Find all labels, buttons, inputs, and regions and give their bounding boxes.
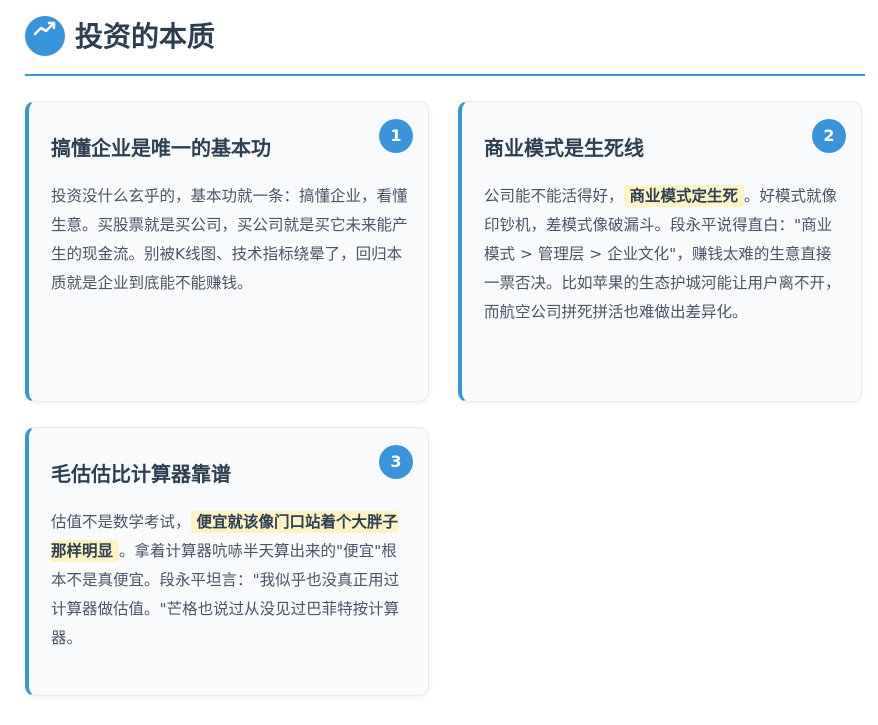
card-number-badge: 1 (379, 119, 413, 153)
card-body-text-before: 估值不是数学考试， (51, 513, 191, 531)
card-body: 公司能不能活得好， 商业模式定生死 。好模式就像印钞机，差模式像破漏斗。段永平说得直… (484, 182, 842, 327)
card-body-text-after: 。好模式就像印钞机，差模式像破漏斗。段永平说得直白："商业模式 > 管理层 > … (484, 187, 841, 321)
page-title: 投资的本质 (75, 20, 216, 53)
card-body: 估值不是数学考试， 便宜就该像门口站着个大胖子那样明显 。拿着计算器吭哧半天算出来的… (51, 508, 409, 653)
highlight-text: 商业模式定生死 (623, 185, 745, 207)
card-business-model: 2 商业模式是生死线 公司能不能活得好， 商业模式定生死 。好模式就像印钞机，差模式… (458, 101, 862, 402)
card-fundamentals: 1 搞懂企业是唯一的基本功 投资没什么玄乎的，基本功就一条：搞懂企业，看懂生意。… (25, 101, 429, 402)
card-number-badge: 3 (379, 445, 413, 479)
card-title: 商业模式是生死线 (484, 136, 644, 160)
card-title: 毛估估比计算器靠谱 (51, 462, 231, 486)
chart-icon (25, 16, 65, 56)
card-title: 搞懂企业是唯一的基本功 (51, 136, 271, 160)
card-body-text-before: 公司能不能活得好， (484, 187, 624, 205)
card-body: 投资没什么玄乎的，基本功就一条：搞懂企业，看懂生意。买股票就是买公司，买公司就是… (51, 187, 408, 292)
page-header: 投资的本质 (25, 16, 865, 76)
card-number-badge: 2 (812, 119, 846, 153)
card-valuation: 3 毛估估比计算器靠谱 估值不是数学考试， 便宜就该像门口站着个大胖子那样明显 。拿… (25, 427, 429, 696)
